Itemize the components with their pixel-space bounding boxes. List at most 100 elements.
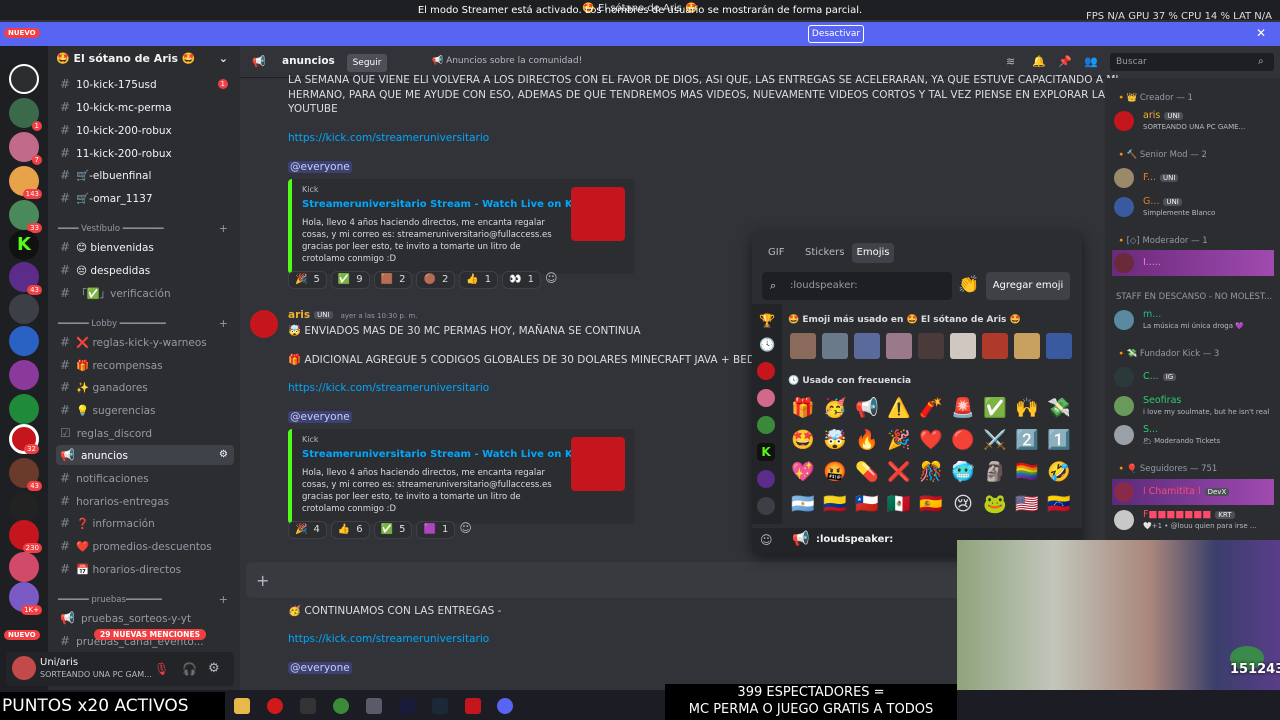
emoji-cell[interactable]: ⚔️ — [982, 427, 1008, 453]
category-lobby[interactable]: ━━━━━━ Lobby ━━━━━━━━━ + — [58, 317, 230, 330]
custom-emoji[interactable] — [1014, 333, 1040, 359]
close-icon[interactable]: ✕ — [1256, 26, 1266, 40]
server-emoji-icon[interactable] — [757, 497, 775, 515]
channel-item[interactable]: #10-kick-175usd 1 — [56, 74, 234, 94]
channel-item[interactable]: # ❓ información — [56, 513, 234, 533]
emoji-search-input[interactable]: :loudspeaker: — [762, 272, 952, 300]
emoji-cell[interactable]: ❌ — [886, 459, 912, 485]
member-item[interactable]: S... 🌥 Moderando Tickets — [1114, 422, 1276, 450]
follow-button[interactable]: Seguir — [347, 54, 387, 72]
frequent-header[interactable]: 🕓 Usado con frecuencia — [788, 376, 911, 386]
search-input[interactable]: Buscar — [1110, 53, 1274, 71]
emoji-cell[interactable]: 🤣 — [1046, 459, 1072, 485]
add-emoji-button[interactable]: Agregar emoji — [986, 272, 1070, 300]
emoji-cell[interactable]: 🔴 — [950, 427, 976, 453]
server-emoji-icon[interactable] — [757, 416, 775, 434]
emoji-cell[interactable]: 🇲🇽 — [886, 491, 912, 517]
server-icon[interactable]: 43 — [9, 262, 42, 295]
emoji-cell[interactable]: ⚠️ — [886, 395, 912, 421]
custom-emoji[interactable] — [822, 333, 848, 359]
clock-icon[interactable]: 🕓 — [759, 338, 775, 353]
server-emoji-icon[interactable] — [757, 362, 775, 380]
new-pill-top[interactable]: NUEVO — [4, 28, 40, 38]
channel-item[interactable]: #10-kick-200-robux — [56, 120, 234, 140]
emoji-cell[interactable]: ✅ — [982, 395, 1008, 421]
discord-icon[interactable] — [497, 698, 513, 714]
channel-item[interactable]: #10-kick-mc-perma — [56, 97, 234, 117]
message-link[interactable]: https://kick.com/streameruniversitario — [288, 132, 489, 144]
emoji-cell[interactable]: 🇨🇴 — [822, 491, 848, 517]
headset-muted-icon[interactable]: 🎧 — [182, 662, 197, 676]
custom-emoji[interactable] — [854, 333, 880, 359]
everyone-mention[interactable]: @everyone — [288, 411, 352, 423]
custom-emoji[interactable] — [950, 333, 976, 359]
server-icon-active[interactable]: 32 — [9, 424, 39, 454]
channel-item[interactable]: # 😊 bienvenidas — [56, 237, 234, 257]
emoji-cell[interactable]: 🎊 — [918, 459, 944, 485]
reaction[interactable]: 🟫 2 — [373, 271, 413, 289]
member-item[interactable]: I..... — [1114, 250, 1276, 278]
channel-item[interactable]: # 🛒-omar_1137 — [56, 188, 234, 208]
new-mentions-pill[interactable]: 29 NUEVAS MENCIONES — [94, 629, 206, 640]
server-icon[interactable] — [9, 326, 39, 356]
server-icon[interactable]: 7 — [9, 132, 42, 165]
plus-icon[interactable]: + — [256, 571, 269, 590]
tab-gif[interactable]: GIF — [768, 247, 784, 258]
server-name[interactable]: 🤩 El sótano de Aris 🤩 ⌄ — [56, 52, 232, 72]
avatar[interactable] — [250, 310, 278, 338]
emoji-cell[interactable]: 🎉 — [886, 427, 912, 453]
server-icon[interactable] — [9, 492, 39, 522]
emoji-cell[interactable]: 🤩 — [790, 427, 816, 453]
emoji-cell[interactable]: 💊 — [854, 459, 880, 485]
emoji-cell[interactable]: 🇨🇱 — [854, 491, 880, 517]
server-icon[interactable]: 1 — [9, 98, 42, 131]
emoji-cell[interactable]: 🏳️‍🌈 — [1014, 459, 1040, 485]
server-icon[interactable] — [9, 394, 39, 424]
category-vestibulo[interactable]: ━━━━ Vestíbulo ━━━━━━━━ + — [58, 222, 230, 235]
everyone-mention[interactable]: @everyone — [288, 662, 352, 674]
plus-icon[interactable]: + — [219, 593, 228, 606]
emoji-cell[interactable]: 🗿 — [982, 459, 1008, 485]
reaction[interactable]: 🎉 5 — [288, 271, 327, 289]
smile-icon[interactable]: ☺ — [760, 533, 773, 547]
add-reaction-icon[interactable]: ☺ — [459, 521, 472, 535]
member-item[interactable]: G... UNI Simplemente Blanco — [1114, 194, 1276, 222]
emoji-cell[interactable]: 🇦🇷 — [790, 491, 816, 517]
steam-icon[interactable] — [432, 698, 448, 714]
emoji-cell[interactable]: 🤬 — [822, 459, 848, 485]
emoji-cell[interactable]: 😢 — [950, 491, 976, 517]
server-icon[interactable] — [9, 360, 39, 390]
members-icon[interactable]: 👥 — [1084, 55, 1098, 68]
most-used-header[interactable]: 🤩 Emoji más usado en 🤩 El sótano de Aris… — [788, 315, 1021, 325]
plus-icon[interactable]: + — [219, 222, 228, 235]
app-icon[interactable] — [300, 698, 316, 714]
plus-icon[interactable]: + — [219, 317, 228, 330]
emoji-cell[interactable]: 🇪🇸 — [918, 491, 944, 517]
channel-item[interactable]: # ❌ reglas-kick-y-warneos — [56, 332, 234, 352]
channel-item[interactable]: # 🎁 recompensas — [56, 355, 234, 375]
emoji-cell[interactable]: 📢 — [854, 395, 880, 421]
kick-server-icon[interactable]: K — [9, 230, 39, 260]
custom-emoji[interactable] — [918, 333, 944, 359]
server-icon[interactable]: 43 — [9, 458, 42, 491]
server-icon[interactable] — [9, 552, 39, 582]
emoji-cell[interactable]: 🥶 — [950, 459, 976, 485]
emoji-cell[interactable]: 💸 — [1046, 395, 1072, 421]
server-icon[interactable]: 33 — [9, 200, 42, 233]
search-icon[interactable]: ⌕ — [1258, 56, 1264, 67]
channel-item[interactable]: # 😔 despedidas — [56, 260, 234, 280]
emoji-cell[interactable]: 🔥 — [854, 427, 880, 453]
emoji-cell[interactable]: 🇻🇪 — [1046, 491, 1072, 517]
embed-thumbnail[interactable] — [571, 187, 625, 241]
channel-item[interactable]: # 💡 sugerencias — [56, 400, 234, 420]
threads-icon[interactable]: ≋ — [1006, 55, 1015, 68]
member-item[interactable]: aris UNI SORTEANDO UNA PC GAME... — [1114, 108, 1276, 136]
add-reaction-icon[interactable]: ☺ — [545, 271, 558, 285]
clap-icon[interactable]: 👏 — [958, 275, 979, 295]
emoji-cell[interactable]: 🚨 — [950, 395, 976, 421]
deactivate-button[interactable]: Desactivar — [808, 25, 864, 43]
member-item[interactable]: F■■■■■■■ KRT 🤍+1 • @louu quien para irse .… — [1114, 507, 1276, 535]
channel-item[interactable]: # 🛒-elbuenfinal — [56, 165, 234, 185]
member-item[interactable]: l Chamitita l DevX — [1114, 479, 1276, 507]
embed-title[interactable]: Streameruniversitario Stream - Watch Liv… — [302, 199, 589, 210]
